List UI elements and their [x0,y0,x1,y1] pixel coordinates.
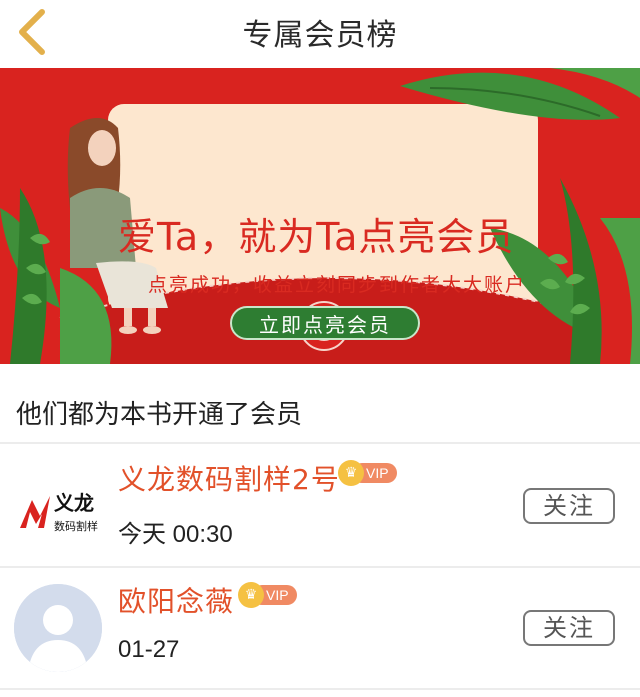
vip-badge: ♛ VIP [338,460,397,486]
members-section-title: 他们都为本书开通了会员 [16,400,303,430]
promo-banner[interactable]: 爱Ta，就为Ta点亮会员 点亮成功，收益立刻同步到作者大大账户 立即点亮会员 [0,68,640,364]
follow-button[interactable]: 关注 [523,610,615,646]
avatar-logo-title: 义龙 [54,491,94,515]
divider [0,688,640,690]
member-row[interactable]: 义龙 数码割样 义龙数码割样2号 ♛ VIP 今天 00:30 关注 [0,446,640,566]
member-row[interactable]: 欧阳念薇 ♛ VIP 01-27 关注 [0,568,640,688]
banner-headline: 爱Ta，就为Ta点亮会员 [118,215,515,259]
member-name[interactable]: 欧阳念薇 [118,580,234,620]
top-bar: 专属会员榜 [0,0,640,68]
divider [0,442,640,444]
avatar-logo-subtitle: 数码割样 [54,519,98,533]
avatar [14,584,102,672]
light-up-membership-button[interactable]: 立即点亮会员 [230,306,420,340]
follow-button[interactable]: 关注 [523,488,615,524]
member-time: 今天 00:30 [118,521,233,548]
default-user-icon [14,584,102,672]
banner-subtitle: 点亮成功，收益立刻同步到作者大大账户 [148,274,527,296]
avatar: 义龙 数码割样 [14,458,102,546]
vip-badge: ♛ VIP [238,582,297,608]
yilong-logo-icon: 义龙 数码割样 [20,491,98,533]
page-title: 专属会员榜 [242,18,398,53]
member-name[interactable]: 义龙数码割样2号 [118,458,340,498]
member-time: 01-27 [118,636,180,663]
crown-icon: ♛ [338,460,364,486]
crown-icon: ♛ [238,582,264,608]
